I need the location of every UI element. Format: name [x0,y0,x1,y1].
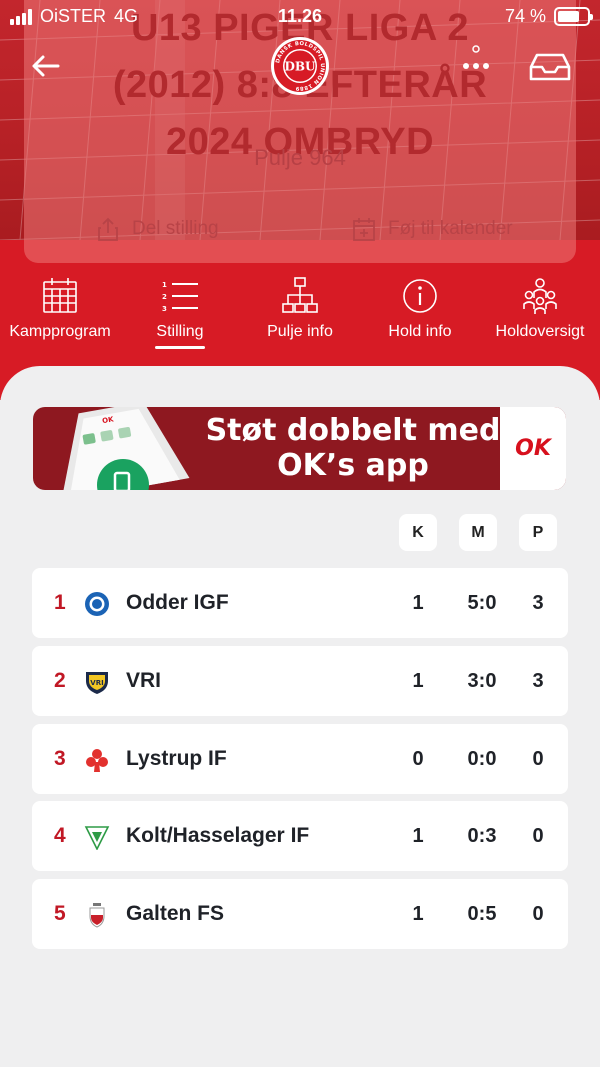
logo-text: DBU [284,60,316,74]
points: 0 [532,903,544,925]
add-to-calendar-button[interactable]: Føj til kalender [352,216,513,242]
points: 3 [532,592,544,614]
active-tab-indicator [155,346,205,349]
points: 0 [532,748,544,770]
column-header-k: K [399,514,437,551]
battery-icon [554,7,593,26]
battery-percent: 74 % [504,6,546,26]
matches-played: 1 [412,903,424,925]
share-icon [98,217,118,241]
matches-played: 1 [412,825,424,847]
tab-holdoversigt[interactable]: Holdoversigt [480,276,600,341]
team-name: Odder IGF [126,591,229,614]
share-standings-button[interactable]: Del stilling [96,216,219,242]
tab-label: Kampprogram [9,323,111,340]
team-crest-icon: VRI [86,672,108,694]
team-icon [523,278,557,314]
tab-label: Stilling [156,323,204,340]
team-crest-icon [84,826,110,850]
position: 2 [54,669,66,692]
dbu-logo: DANSK BOLDSPIL UNION 1889 DBU [271,37,329,95]
position: 5 [54,902,66,925]
position: 4 [54,824,66,847]
svg-text:VRI: VRI [90,679,103,687]
goals: 3:0 [467,670,497,692]
status-bar: OiSTER 4G 11.26 74 % [0,0,600,32]
more-options-icon[interactable] [456,44,496,84]
team-crest-icon [85,592,109,616]
goals: 0:3 [467,825,497,847]
team-crest-icon [86,749,108,772]
inbox-icon[interactable] [528,52,572,82]
table-row[interactable]: 5 Galten FS 1 0:5 0 [32,879,568,949]
banner-headline: Støt dobbelt med OK’s app [205,413,501,483]
svg-text:2: 2 [162,293,167,301]
points: 3 [532,670,544,692]
goals: 5:0 [467,592,497,614]
share-label: Del stilling [132,218,219,239]
position: 1 [54,591,66,614]
pool-label: Pulje 964 [254,145,346,170]
calendar-add-icon [353,218,375,241]
header: U13 PIGER LIGA 2 (2012) 8:8 EFTERÅR 2024… [0,0,600,400]
tab-pulje-info[interactable]: Pulje info [240,276,360,341]
tab-hold-info[interactable]: Hold info [360,276,480,341]
calendar-icon [43,278,77,313]
team-name: Kolt/Hasselager IF [126,824,310,847]
goals: 0:0 [467,748,497,770]
numbered-list-icon: 1 2 3 [162,281,198,313]
tab-bar: Kampprogram 1 2 3 Stilling Pulje info Hold… [0,276,600,356]
tab-label: Hold info [388,323,452,340]
team-name: VRI [126,669,162,692]
info-icon [403,279,437,313]
svg-text:1: 1 [162,281,167,289]
table-row[interactable]: 1 Odder IGF 1 5:0 3 [32,568,568,638]
back-arrow-icon[interactable] [30,52,62,80]
calendar-label: Føj til kalender [388,218,513,239]
goals: 0:5 [467,903,497,925]
team-crest-icon [89,903,105,928]
table-row[interactable]: 4 Kolt/Hasselager IF 1 0:3 0 [32,801,568,871]
hierarchy-icon [282,277,318,313]
team-name: Lystrup IF [126,747,227,770]
tab-label: Pulje info [267,323,333,340]
svg-text:3: 3 [162,305,167,313]
column-header-p: P [519,514,557,551]
matches-played: 0 [412,748,424,770]
matches-played: 1 [412,592,424,614]
tab-kampprogram[interactable]: Kampprogram [0,276,120,341]
tab-label: Holdoversigt [495,323,585,340]
points: 0 [532,825,544,847]
tab-stilling[interactable]: 1 2 3 Stilling [120,276,240,349]
team-name: Galten FS [126,902,225,925]
ok-app-banner[interactable]: OK Støt dobbelt med OK’s app OK [33,407,566,490]
matches-played: 1 [412,670,424,692]
ok-brand-logo: OK [500,407,566,490]
column-header-m: M [459,514,497,551]
position: 3 [54,747,66,770]
table-row[interactable]: 3 Lystrup IF 0 0:0 0 [32,724,568,794]
table-row[interactable]: 2 VRI VRI 1 3:0 3 [32,646,568,716]
